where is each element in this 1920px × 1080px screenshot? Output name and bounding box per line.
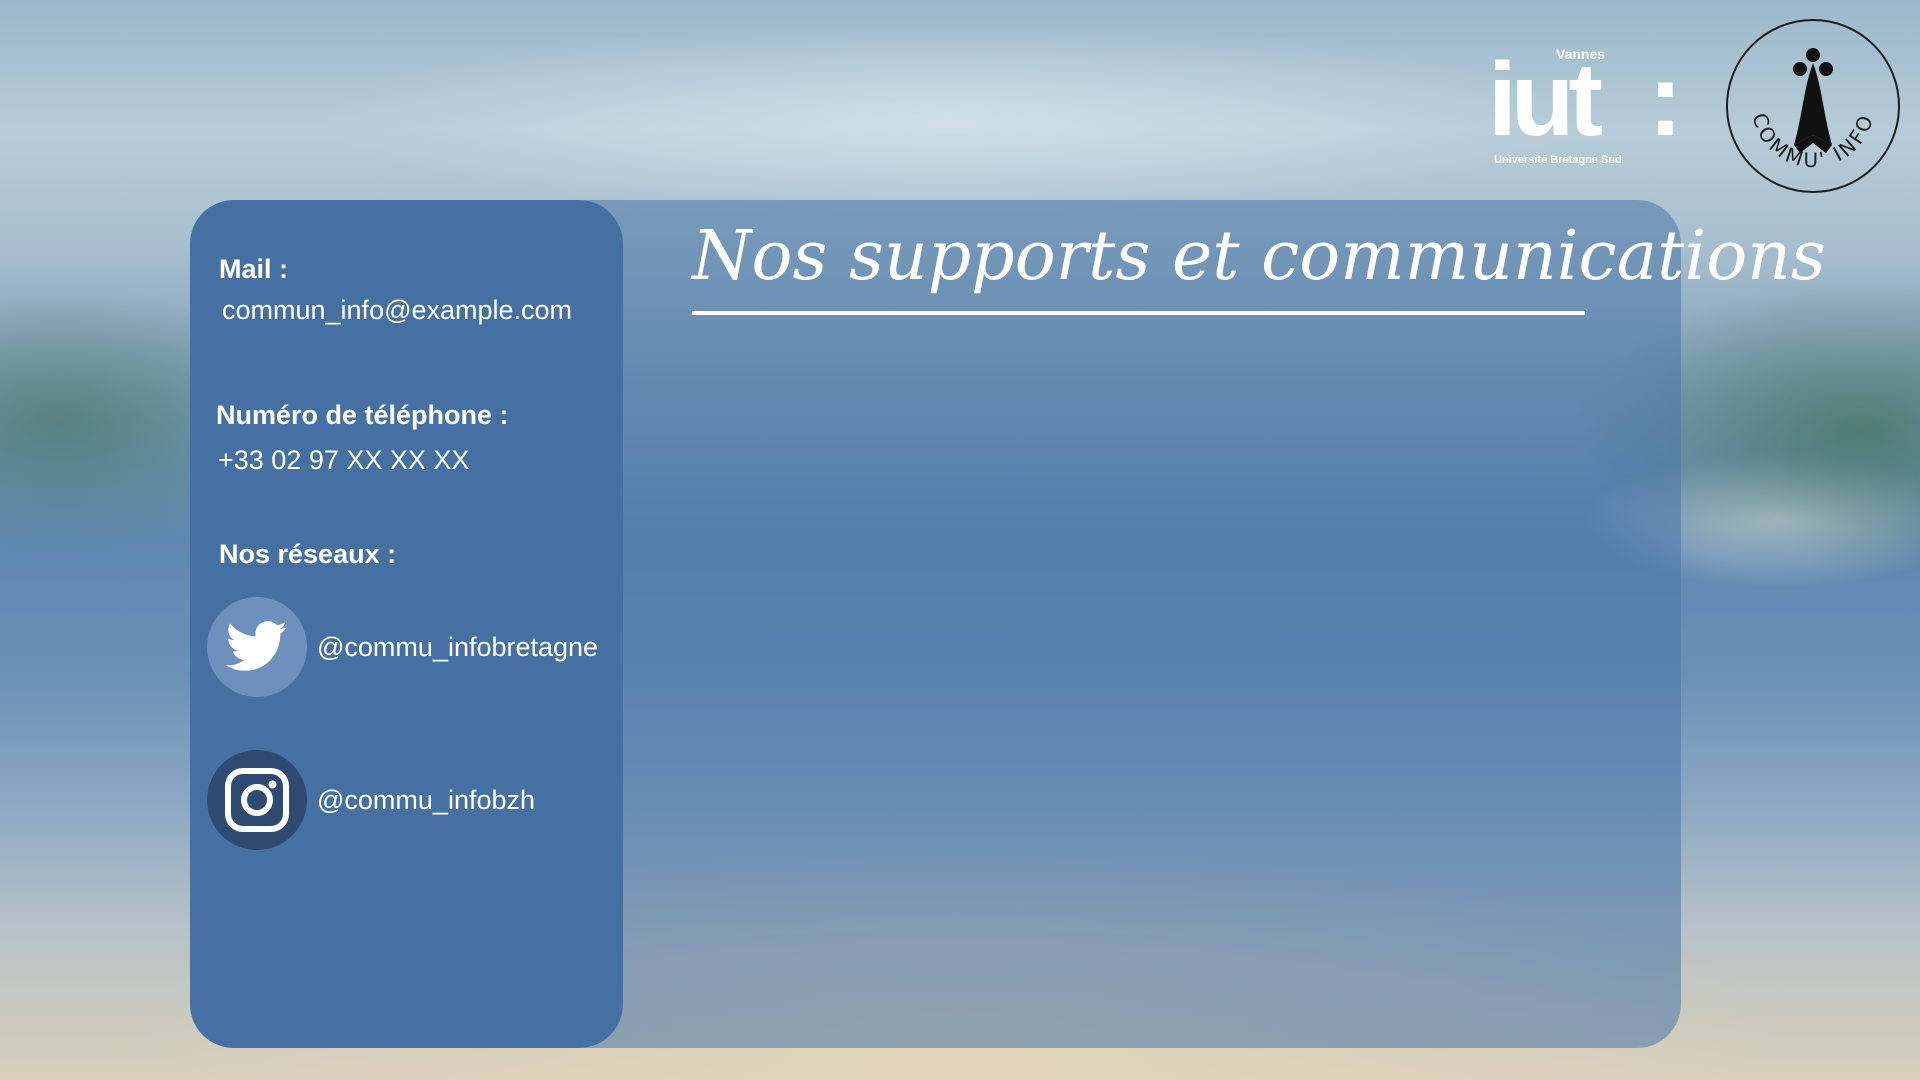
- iut-university-label: Université Bretagne Sud: [1494, 154, 1622, 166]
- mail-value[interactable]: commun_info@example.com: [222, 295, 572, 326]
- phone-label: Numéro de téléphone :: [216, 400, 509, 430]
- commu-info-logo: COMMU' INFO: [1724, 17, 1902, 195]
- iut-vannes-logo: Vannes iut : Université Bretagne Sud: [1488, 42, 1683, 182]
- twitter-link-button[interactable]: [207, 597, 307, 697]
- iut-wordmark: iut: [1488, 42, 1603, 158]
- instagram-link-button[interactable]: [207, 750, 307, 850]
- iut-colon-mark: :: [1648, 42, 1683, 158]
- networks-label: Nos réseaux :: [219, 539, 397, 569]
- instagram-icon: [225, 768, 289, 832]
- page-title: Nos supports et communications: [692, 217, 1826, 296]
- title-underline: [692, 311, 1585, 315]
- twitter-bird-icon: [226, 621, 287, 671]
- ermine-seal-icon: COMMU' INFO: [1726, 19, 1900, 193]
- phone-value[interactable]: +33 02 97 XX XX XX: [218, 445, 469, 476]
- twitter-handle[interactable]: @commu_infobretagne: [317, 632, 598, 663]
- mail-label: Mail :: [219, 254, 289, 284]
- instagram-handle[interactable]: @commu_infobzh: [317, 785, 535, 816]
